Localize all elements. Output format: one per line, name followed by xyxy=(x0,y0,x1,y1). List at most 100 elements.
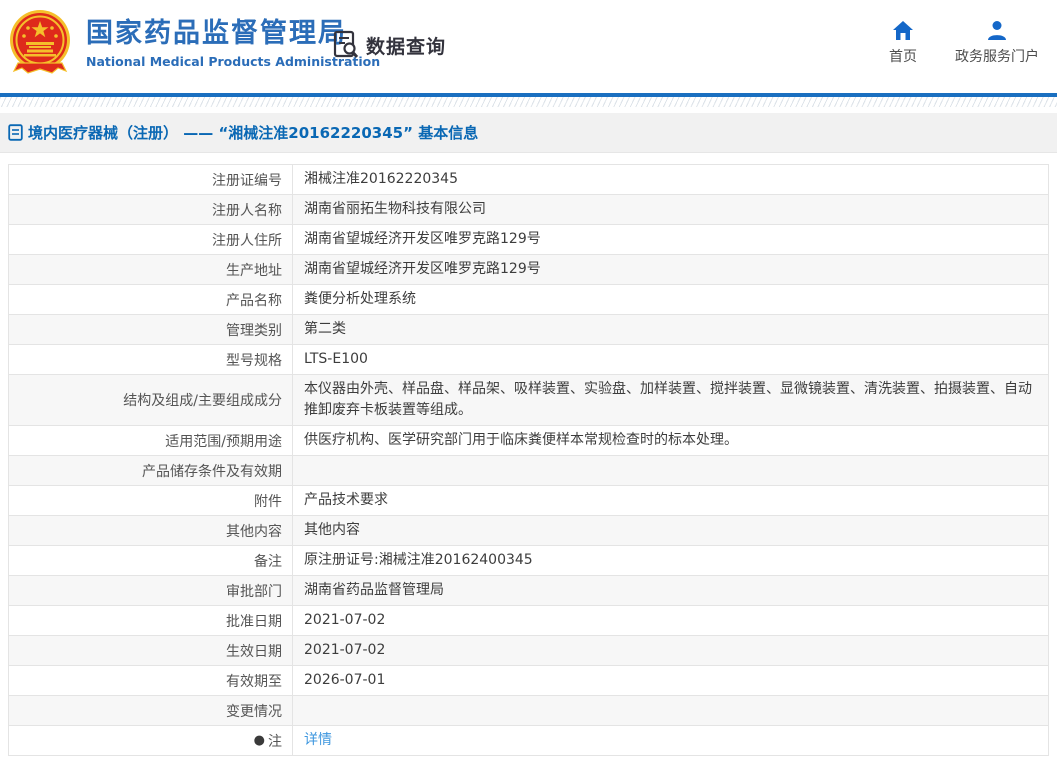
row-label-text: 注册证编号 xyxy=(212,172,282,189)
data-query-label: 数据查询 xyxy=(366,35,447,58)
row-value-text: LTS-E100 xyxy=(304,351,368,367)
row-value-text: 2021-07-02 xyxy=(304,642,386,658)
nav-home[interactable]: 首页 xyxy=(889,20,917,66)
row-value: 湖南省望城经济开发区唯罗克路129号 xyxy=(293,255,1048,284)
row-value-text: 湖南省药品监督管理局 xyxy=(304,582,444,598)
table-row: 型号规格 LTS-E100 xyxy=(9,345,1048,375)
user-icon xyxy=(988,21,1006,40)
table-row: ● 注 详情 xyxy=(9,726,1048,756)
table-row: 有效期至 2026-07-01 xyxy=(9,666,1048,696)
table-row: 注册人住所 湖南省望城经济开发区唯罗克路129号 xyxy=(9,225,1048,255)
row-label-text: 产品名称 xyxy=(226,292,282,309)
row-value xyxy=(293,456,1048,485)
nav-portal-label: 政务服务门户 xyxy=(955,49,1039,65)
row-label-text: 适用范围/预期用途 xyxy=(165,433,282,450)
row-value-text[interactable]: 详情 xyxy=(304,730,332,751)
row-value: 湖南省丽拓生物科技有限公司 xyxy=(293,195,1048,224)
row-value-text: 供医疗机构、医学研究部门用于临床粪便样本常规检查时的标本处理。 xyxy=(304,432,738,448)
row-value-text: 其他内容 xyxy=(304,522,360,538)
row-label: 生产地址 xyxy=(9,255,293,284)
row-value-text: 本仪器由外壳、样品盘、样品架、吸样装置、实验盘、加样装置、搅拌装置、显微镜装置、… xyxy=(304,381,1032,418)
row-label: 型号规格 xyxy=(9,345,293,374)
row-value: 2021-07-02 xyxy=(293,636,1048,665)
breadcrumb-text: 境内医疗器械（注册） —— “湘械注准20162220345” 基本信息 xyxy=(28,124,479,142)
row-label-text: 有效期至 xyxy=(226,673,282,690)
table-row: 生产地址 湖南省望城经济开发区唯罗克路129号 xyxy=(9,255,1048,285)
row-value: 详情 xyxy=(293,726,1048,755)
table-row: 生效日期 2021-07-02 xyxy=(9,636,1048,666)
row-label-text: 附件 xyxy=(254,493,282,510)
table-row: 备注 原注册证号:湘械注准20162400345 xyxy=(9,546,1048,576)
row-label-text: 产品储存条件及有效期 xyxy=(142,463,282,480)
note-icon: ● xyxy=(253,733,265,748)
row-value: 原注册证号:湘械注准20162400345 xyxy=(293,546,1048,575)
table-row: 管理类别 第二类 xyxy=(9,315,1048,345)
row-value: 本仪器由外壳、样品盘、样品架、吸样装置、实验盘、加样装置、搅拌装置、显微镜装置、… xyxy=(293,375,1048,425)
top-nav: 首页 政务服务门户 xyxy=(889,20,1039,66)
document-icon xyxy=(8,124,23,141)
row-label-text: 生效日期 xyxy=(226,643,282,660)
row-value-text: 湖南省望城经济开发区唯罗克路129号 xyxy=(304,261,541,277)
row-label-text: 生产地址 xyxy=(226,262,282,279)
table-row: 其他内容 其他内容 xyxy=(9,516,1048,546)
row-label: 管理类别 xyxy=(9,315,293,344)
row-value xyxy=(293,696,1048,725)
stripe-band xyxy=(0,97,1057,107)
row-value: 第二类 xyxy=(293,315,1048,344)
row-label: 产品名称 xyxy=(9,285,293,314)
row-label: 适用范围/预期用途 xyxy=(9,426,293,455)
row-value: 其他内容 xyxy=(293,516,1048,545)
table-row: 产品储存条件及有效期 xyxy=(9,456,1048,486)
row-label: ● 注 xyxy=(9,726,293,755)
row-value: 2021-07-02 xyxy=(293,606,1048,635)
row-label: 审批部门 xyxy=(9,576,293,605)
table-row: 结构及组成/主要组成成分 本仪器由外壳、样品盘、样品架、吸样装置、实验盘、加样装… xyxy=(9,375,1048,426)
row-label: 批准日期 xyxy=(9,606,293,635)
row-value: 湖南省药品监督管理局 xyxy=(293,576,1048,605)
row-value: 湘械注准20162220345 xyxy=(293,165,1048,194)
table-row: 产品名称 粪便分析处理系统 xyxy=(9,285,1048,315)
row-value-text: 2021-07-02 xyxy=(304,612,386,628)
row-value-text: 湖南省丽拓生物科技有限公司 xyxy=(304,201,486,217)
row-label: 生效日期 xyxy=(9,636,293,665)
info-table: 注册证编号 湘械注准20162220345 注册人名称 湖南省丽拓生物科技有限公… xyxy=(8,164,1049,756)
row-value: 产品技术要求 xyxy=(293,486,1048,515)
breadcrumb: 境内医疗器械（注册） —— “湘械注准20162220345” 基本信息 xyxy=(0,113,1057,153)
row-label: 备注 xyxy=(9,546,293,575)
row-label: 有效期至 xyxy=(9,666,293,695)
table-row: 注册人名称 湖南省丽拓生物科技有限公司 xyxy=(9,195,1048,225)
row-value: 粪便分析处理系统 xyxy=(293,285,1048,314)
table-row: 批准日期 2021-07-02 xyxy=(9,606,1048,636)
row-label-text: 其他内容 xyxy=(226,523,282,540)
row-value: 供医疗机构、医学研究部门用于临床粪便样本常规检查时的标本处理。 xyxy=(293,426,1048,455)
row-value-text: 粪便分析处理系统 xyxy=(304,291,416,307)
row-value-text: 2026-07-01 xyxy=(304,672,386,688)
row-label: 产品储存条件及有效期 xyxy=(9,456,293,485)
row-value: 湖南省望城经济开发区唯罗克路129号 xyxy=(293,225,1048,254)
row-value-text: 第二类 xyxy=(304,321,346,337)
table-row: 变更情况 xyxy=(9,696,1048,726)
nav-portal[interactable]: 政务服务门户 xyxy=(955,20,1039,66)
row-label: 附件 xyxy=(9,486,293,515)
row-label: 注册人住所 xyxy=(9,225,293,254)
home-icon xyxy=(893,21,913,40)
table-row: 审批部门 湖南省药品监督管理局 xyxy=(9,576,1048,606)
row-label-text: 注册人名称 xyxy=(212,202,282,219)
row-label-text: 批准日期 xyxy=(226,613,282,630)
row-label: 注册证编号 xyxy=(9,165,293,194)
row-value-text: 产品技术要求 xyxy=(304,492,388,508)
data-query-section[interactable]: 数据查询 xyxy=(332,30,446,60)
table-row: 附件 产品技术要求 xyxy=(9,486,1048,516)
national-emblem-logo xyxy=(8,9,72,85)
page-header: 国家药品监督管理局 National Medical Products Admi… xyxy=(0,0,1057,93)
emblem-icon xyxy=(10,10,70,74)
row-label-text: 注 xyxy=(268,733,282,750)
table-row: 适用范围/预期用途 供医疗机构、医学研究部门用于临床粪便样本常规检查时的标本处理… xyxy=(9,426,1048,456)
row-label: 变更情况 xyxy=(9,696,293,725)
row-label-text: 结构及组成/主要组成成分 xyxy=(123,393,282,409)
table-row: 注册证编号 湘械注准20162220345 xyxy=(9,165,1048,195)
row-value: 2026-07-01 xyxy=(293,666,1048,695)
row-label-text: 备注 xyxy=(254,553,282,570)
row-label-text: 审批部门 xyxy=(226,583,282,600)
row-label-text: 变更情况 xyxy=(226,703,282,720)
